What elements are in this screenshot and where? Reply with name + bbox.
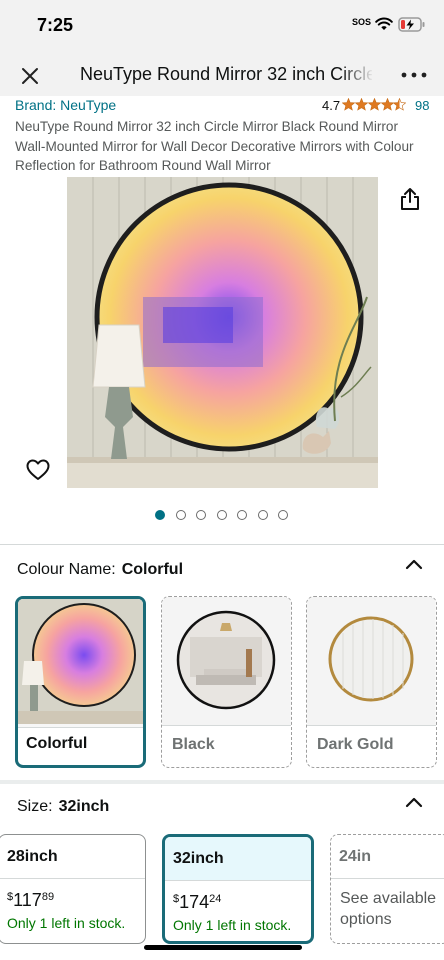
swatch-separator — [307, 725, 436, 726]
chevron-up-icon[interactable] — [405, 558, 423, 570]
brand-link[interactable]: Brand: NeuType — [15, 97, 116, 113]
price-fraction: 89 — [41, 891, 55, 903]
nav-bar: NeuType Round Mirror 32 inch Circle Mirr… — [0, 50, 444, 96]
swatch-separator — [18, 727, 143, 728]
price-whole: 174 — [179, 892, 210, 912]
black-mirror-thumbnail — [162, 597, 291, 725]
size-option-28inch[interactable]: 28inch $11789 Only 1 left in stock. — [0, 834, 146, 944]
heart-icon[interactable] — [26, 459, 50, 481]
size-option-name: 28inch — [7, 848, 58, 865]
size-option-stock: Only 1 left in stock. — [173, 917, 292, 933]
colour-option-colorful[interactable]: Colorful — [15, 596, 146, 768]
gallery-dot[interactable] — [155, 510, 165, 520]
size-option-name: 24in — [339, 848, 372, 865]
section-divider — [0, 780, 444, 784]
see-available-options: See available options — [340, 890, 437, 928]
colour-section-label: Colour Name: Colorful — [17, 561, 183, 579]
rating-value: 4.7 — [322, 98, 341, 113]
price-fraction: 24 — [209, 893, 222, 905]
size-option-price: $17424 — [173, 892, 221, 913]
rating-stars-icon[interactable] — [342, 98, 406, 111]
more-dots-icon[interactable] — [401, 72, 427, 78]
gallery-dot[interactable] — [176, 510, 186, 520]
page-title: NeuType Round Mirror 32 inch Circle Mirr… — [80, 64, 372, 84]
size-option-price: $11789 — [7, 890, 54, 911]
close-icon[interactable] — [18, 64, 42, 88]
colour-label: Colour Name: — [17, 561, 116, 578]
colour-option-label: Dark Gold — [317, 736, 394, 753]
colour-option-black[interactable]: Black — [161, 596, 292, 768]
size-option-header: 28inch — [0, 835, 145, 878]
product-main-image[interactable] — [67, 177, 378, 488]
size-option-name: 32inch — [173, 850, 224, 867]
gallery-dot[interactable] — [237, 510, 247, 520]
size-label: Size: — [17, 798, 53, 815]
title-fade — [340, 58, 374, 90]
size-selected-value: 32inch — [58, 798, 110, 815]
rating-count-link[interactable]: 98 — [415, 98, 429, 113]
share-icon[interactable] — [399, 187, 421, 211]
size-option-header: 32inch — [165, 837, 311, 880]
size-option-header: 24in — [331, 835, 444, 878]
size-separator — [331, 878, 444, 879]
gallery-dot[interactable] — [196, 510, 206, 520]
size-option-24in[interactable]: 24in See available options — [330, 834, 444, 944]
swatch-separator — [162, 725, 291, 726]
divider — [0, 544, 444, 545]
wifi-icon — [375, 17, 393, 30]
product-title: NeuType Round Mirror 32 inch Circle Mirr… — [15, 119, 414, 173]
size-separator — [165, 880, 311, 881]
colour-selected-value: Colorful — [121, 561, 184, 578]
size-separator — [0, 878, 145, 879]
gallery-dot[interactable] — [278, 510, 288, 520]
home-indicator[interactable] — [144, 945, 302, 950]
status-time: 7:25 — [37, 15, 74, 35]
colour-option-dark-gold[interactable]: Dark Gold — [306, 596, 437, 768]
colour-option-label: Colorful — [26, 735, 88, 752]
size-option-stock: Only 1 left in stock. — [7, 915, 126, 931]
colorful-mirror-thumbnail — [18, 599, 143, 727]
size-option-32inch[interactable]: 32inch $17424 Only 1 left in stock. — [162, 834, 314, 944]
gallery-dot[interactable] — [217, 510, 227, 520]
price-whole: 117 — [13, 890, 42, 910]
sos-indicator: SOS — [352, 17, 372, 27]
chevron-up-icon[interactable] — [405, 796, 423, 808]
dark-gold-mirror-thumbnail — [307, 597, 436, 725]
gallery-dot[interactable] — [258, 510, 268, 520]
status-bar: 7:25 SOS — [0, 0, 444, 50]
colour-option-label: Black — [172, 736, 215, 753]
battery-low-charging-icon — [398, 17, 425, 32]
size-section-label: Size: 32inch — [17, 798, 109, 816]
